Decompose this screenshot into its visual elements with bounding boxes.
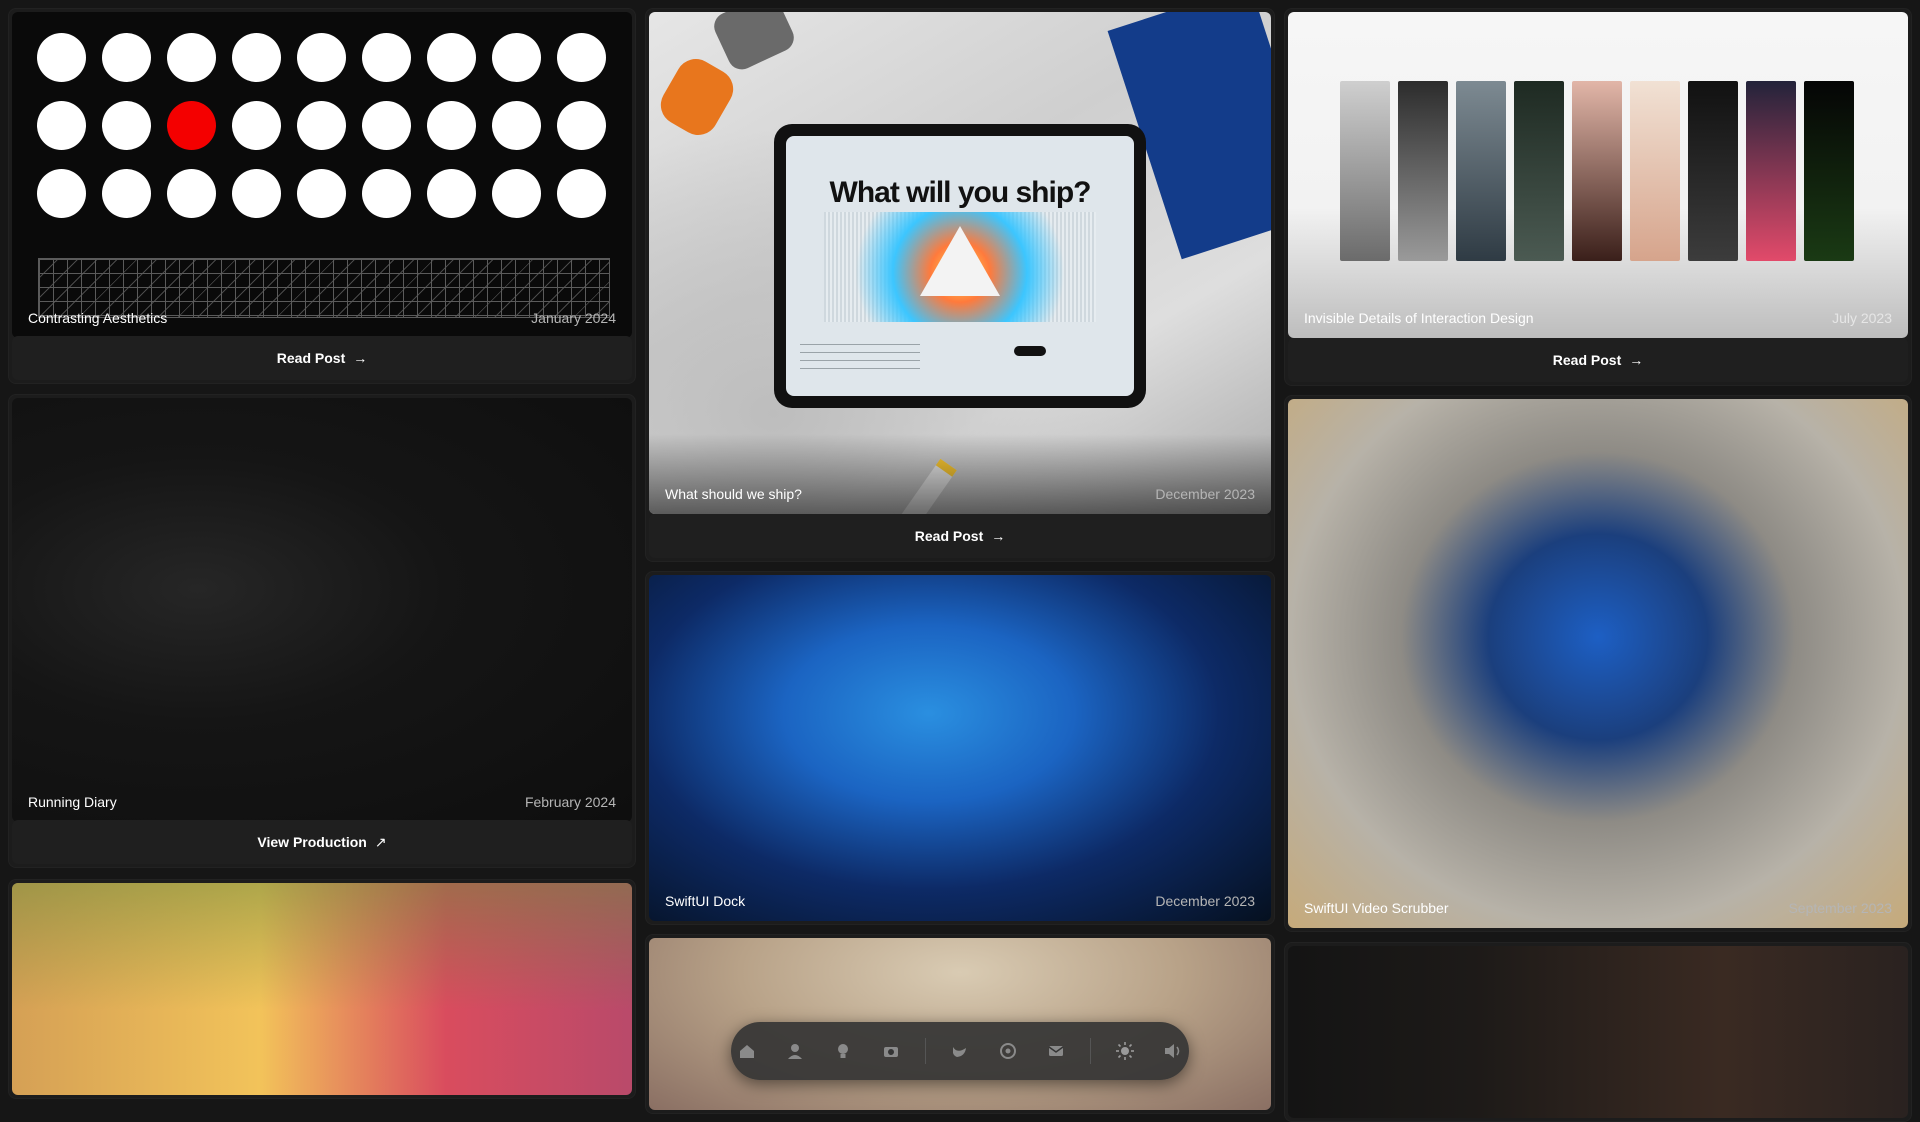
view-production-button[interactable]: View Production ↗ <box>12 820 632 864</box>
card-caption: SwiftUI Dock December 2023 <box>665 893 1255 909</box>
read-post-button[interactable]: Read Post → <box>649 514 1271 558</box>
profile-icon[interactable] <box>781 1037 809 1065</box>
card-date: July 2023 <box>1832 310 1892 326</box>
card-swiftui-video-scrubber[interactable]: SwiftUI Video Scrubber September 2023 <box>1284 395 1912 932</box>
arrow-right-icon: → <box>353 350 368 366</box>
card-swiftui-dock[interactable]: SwiftUI Dock December 2023 <box>645 571 1275 925</box>
card-image: Running Diary February 2024 <box>12 398 632 822</box>
card-image: SwiftUI Dock December 2023 <box>649 575 1271 921</box>
card-image: Invisible Details of Interaction Design … <box>1288 12 1908 338</box>
github-icon[interactable] <box>994 1037 1022 1065</box>
card-caption: Contrasting Aesthetics January 2024 <box>28 310 616 326</box>
card-title: Contrasting Aesthetics <box>28 310 168 326</box>
arrow-up-right-icon: ↗ <box>374 833 387 850</box>
dock-divider <box>925 1038 926 1064</box>
card-title: What should we ship? <box>665 486 802 502</box>
arrow-right-icon: → <box>991 528 1006 544</box>
twitter-icon[interactable] <box>946 1037 974 1065</box>
card-invisible-details[interactable]: Invisible Details of Interaction Design … <box>1284 8 1912 386</box>
read-post-button[interactable]: Read Post → <box>1288 338 1908 382</box>
mail-icon[interactable] <box>1042 1037 1070 1065</box>
card-image: What will you ship? What should we ship?… <box>649 12 1271 514</box>
dock-divider <box>1090 1038 1091 1064</box>
card-image: Contrasting Aesthetics January 2024 <box>12 12 632 338</box>
tablet: What will you ship? <box>774 124 1146 408</box>
card-contrasting-aesthetics[interactable]: Contrasting Aesthetics January 2024 Read… <box>8 8 636 384</box>
card-caption: SwiftUI Video Scrubber September 2023 <box>1304 900 1892 916</box>
card-caption: Invisible Details of Interaction Design … <box>1304 310 1892 326</box>
arrow-right-icon: → <box>1629 352 1644 368</box>
card-date: December 2023 <box>1155 893 1255 909</box>
dot-grid <box>37 33 606 218</box>
card-date: February 2024 <box>524 794 616 810</box>
button-label: View Production <box>257 834 367 850</box>
history-strips <box>1340 81 1854 261</box>
brightness-icon[interactable] <box>1111 1037 1139 1065</box>
prism-graphic <box>824 212 1096 322</box>
card-running-diary[interactable]: Running Diary February 2024 View Product… <box>8 394 636 868</box>
card-image: SwiftUI Video Scrubber September 2023 <box>1288 399 1908 928</box>
card-dark-preview[interactable] <box>1284 942 1912 1122</box>
card-date: September 2023 <box>1788 900 1892 916</box>
card-image <box>1288 946 1908 1118</box>
button-label: Read Post <box>914 528 984 544</box>
screen-heading: What will you ship? <box>829 176 1092 209</box>
card-caption: What should we ship? December 2023 <box>665 486 1255 502</box>
button-label: Read Post <box>1552 352 1622 368</box>
card-image <box>12 883 632 1095</box>
screen-text <box>800 344 920 370</box>
card-title: SwiftUI Dock <box>665 893 746 909</box>
card-title: SwiftUI Video Scrubber <box>1304 900 1449 916</box>
card-title: Invisible Details of Interaction Design <box>1304 310 1534 326</box>
card-gradient-preview[interactable] <box>8 879 636 1099</box>
card-date: January 2024 <box>531 310 616 326</box>
card-title: Running Diary <box>28 794 117 810</box>
red-dot <box>167 101 216 150</box>
camera-icon[interactable] <box>877 1037 905 1065</box>
card-caption: Running Diary February 2024 <box>28 794 616 810</box>
volume-icon[interactable] <box>1159 1037 1187 1065</box>
home-icon[interactable] <box>733 1037 761 1065</box>
screen-button <box>1014 346 1046 356</box>
mesh-pattern <box>38 258 610 318</box>
card-date: December 2023 <box>1155 486 1255 502</box>
tablet-screen: What will you ship? <box>786 136 1134 396</box>
lightbulb-icon[interactable] <box>829 1037 857 1065</box>
read-post-button[interactable]: Read Post → <box>12 336 632 380</box>
card-what-should-we-ship[interactable]: What will you ship? What should we ship?… <box>645 8 1275 562</box>
dock-bar <box>731 1022 1189 1080</box>
button-label: Read Post <box>276 350 346 366</box>
